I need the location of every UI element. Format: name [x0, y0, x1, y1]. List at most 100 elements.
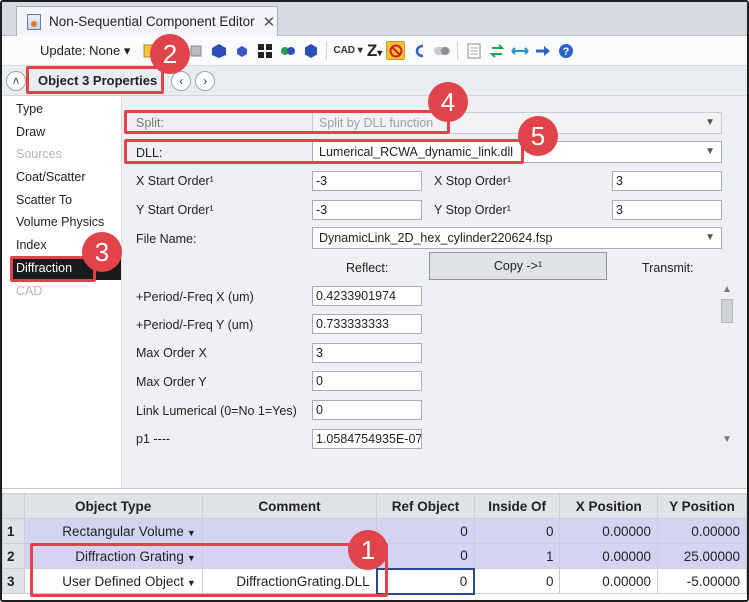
cad-dropdown[interactable]: CAD ▾	[333, 45, 362, 56]
nav-scatter-to[interactable]: Scatter To	[2, 189, 121, 212]
nav-draw[interactable]: Draw	[2, 121, 121, 144]
inside-of-cell[interactable]: 0	[473, 518, 561, 544]
svg-text:?: ?	[562, 46, 569, 58]
ref-object-cell[interactable]: 0	[375, 567, 476, 595]
column-header[interactable]: Ref Object	[376, 493, 475, 519]
dropdown-arrow-icon[interactable]: ▼	[187, 553, 196, 563]
y-position-cell[interactable]: -5.00000	[657, 568, 747, 594]
x-stop-order-field[interactable]: 3	[612, 171, 722, 191]
inside-of-cell[interactable]: 0	[473, 568, 561, 594]
return-arrow-icon[interactable]	[409, 41, 428, 60]
z-dropdown[interactable]: Z▾	[367, 41, 382, 61]
object-type-value: Rectangular Volume	[62, 523, 184, 539]
y-position-cell[interactable]: 25.00000	[657, 543, 747, 569]
update-dropdown[interactable]: Update: None ▾	[40, 43, 130, 59]
nav-coat-scatter[interactable]: Coat/Scatter	[2, 166, 121, 189]
spheres-icon[interactable]	[278, 41, 297, 60]
row-number[interactable]: 2	[2, 543, 25, 569]
param-label: +Period/-Freq X (um)	[136, 290, 254, 304]
period-y-field[interactable]: 0.733333333	[312, 314, 422, 334]
nav-volume-physics[interactable]: Volume Physics	[2, 211, 121, 234]
dropdown-arrow-icon[interactable]: ▼	[187, 578, 196, 588]
toggle-icon[interactable]	[432, 41, 451, 60]
grid-icon[interactable]	[255, 41, 274, 60]
collapse-icon[interactable]: ˄	[6, 70, 26, 91]
inside-of-cell[interactable]: 1	[473, 543, 561, 569]
toolbar-separator	[457, 41, 459, 60]
y-stop-order-field[interactable]: 3	[612, 200, 722, 220]
page-icon[interactable]	[464, 41, 483, 60]
nav-sources: Sources	[16, 147, 62, 162]
right-arrow-icon[interactable]	[533, 41, 552, 60]
property-category-nav: Type Draw Sources Coat/Scatter Scatter T…	[2, 96, 122, 488]
link-lumerical-field[interactable]: 0	[312, 400, 422, 420]
row-number[interactable]: 3	[2, 568, 25, 594]
row-number[interactable]: 1	[2, 518, 25, 544]
ref-object-cell[interactable]: 0	[376, 543, 475, 569]
max-order-y-field[interactable]: 0	[312, 371, 422, 391]
x-position-cell[interactable]: 0.00000	[559, 518, 659, 544]
solid-cube-icon[interactable]	[209, 41, 228, 60]
comment-cell[interactable]: DiffractionGrating.DLL	[201, 568, 378, 594]
p1-field[interactable]: 1.0584754935E-07	[312, 429, 422, 449]
object-type-cell[interactable]: User Defined Object ▼	[23, 568, 203, 594]
sort-arrows-icon[interactable]	[487, 41, 506, 60]
x-start-order-field[interactable]: -3	[312, 171, 422, 191]
x-start-order-label: X Start Order¹	[136, 174, 214, 188]
reflect-label: Reflect:	[346, 261, 389, 275]
max-order-x-field[interactable]: 3	[312, 343, 422, 363]
tab-bar: Non-Sequential Component Editor ✕	[2, 2, 747, 36]
file-name-dropdown[interactable]: DynamicLink_2D_hex_cylinder220624.fsp ▼	[312, 227, 722, 249]
dll-label: DLL:	[136, 146, 163, 160]
cube-small-icon[interactable]	[232, 41, 251, 60]
param-label: +Period/-Freq Y (um)	[136, 318, 254, 332]
properties-bar: ˄ Object 3 Properties ‹ ›	[2, 66, 747, 96]
copy-button[interactable]: Copy ->¹	[429, 252, 607, 280]
column-header[interactable]: Object Type	[23, 493, 203, 519]
close-icon[interactable]: ✕	[263, 13, 276, 31]
period-x-field[interactable]: 0.4233901974	[312, 286, 422, 306]
object-type-value: Diffraction Grating	[75, 548, 184, 564]
object-type-cell[interactable]: Rectangular Volume ▼	[23, 518, 203, 544]
param-label: p1 ----	[136, 432, 171, 446]
tab-title: Non-Sequential Component Editor	[49, 14, 255, 29]
object-type-cell[interactable]: Diffraction Grating ▼	[23, 543, 203, 569]
dropdown-arrow-icon[interactable]: ▼	[187, 528, 196, 538]
table-row[interactable]: 3 User Defined Object ▼ DiffractionGratin…	[2, 567, 747, 595]
column-header[interactable]: Inside Of	[473, 493, 561, 519]
file-name-value: DynamicLink_2D_hex_cylinder220624.fsp	[319, 231, 553, 245]
column-header[interactable]: Y Position	[657, 493, 747, 519]
param-label: Max Order X	[136, 346, 207, 360]
y-stop-order-label: Y Stop Order¹	[434, 203, 511, 217]
expand-arrows-icon[interactable]	[510, 41, 529, 60]
scroll-track[interactable]	[719, 325, 735, 433]
annotation-badge-1: 1	[348, 530, 388, 570]
no-entry-icon[interactable]	[386, 41, 406, 60]
nav-cad: CAD	[16, 283, 43, 298]
column-header[interactable]: Comment	[201, 493, 378, 519]
chevron-down-icon: ▼	[705, 117, 715, 128]
dll-dropdown[interactable]: Lumerical_RCWA_dynamic_link.dll ▼	[312, 141, 722, 163]
parameters-scrollbar[interactable]: ▲ ▼	[719, 283, 735, 448]
y-position-cell[interactable]: 0.00000	[657, 518, 747, 544]
object-properties-header: Object 3 Properties	[38, 73, 158, 88]
column-header	[2, 493, 25, 519]
column-header[interactable]: X Position	[559, 493, 659, 519]
ref-object-cell[interactable]: 0	[376, 518, 475, 544]
split-label: Split:	[136, 116, 164, 130]
object-type-value: User Defined Object	[62, 573, 184, 589]
x-position-cell[interactable]: 0.00000	[559, 568, 659, 594]
hexagon-icon[interactable]	[301, 41, 320, 60]
scroll-down-icon[interactable]: ▼	[719, 433, 735, 447]
nav-type[interactable]: Type	[2, 98, 121, 121]
scroll-thumb[interactable]	[721, 299, 733, 323]
x-position-cell[interactable]: 0.00000	[559, 543, 659, 569]
scroll-up-icon[interactable]: ▲	[719, 283, 735, 297]
editor-tab[interactable]: Non-Sequential Component Editor ✕	[16, 6, 278, 36]
param-label: Link Lumerical (0=No 1=Yes)	[136, 404, 297, 418]
annotation-badge-3: 3	[82, 232, 122, 272]
dll-value: Lumerical_RCWA_dynamic_link.dll	[319, 145, 514, 159]
help-icon[interactable]: ?	[556, 41, 575, 60]
next-object-button[interactable]: ›	[195, 70, 216, 91]
y-start-order-field[interactable]: -3	[312, 200, 422, 220]
